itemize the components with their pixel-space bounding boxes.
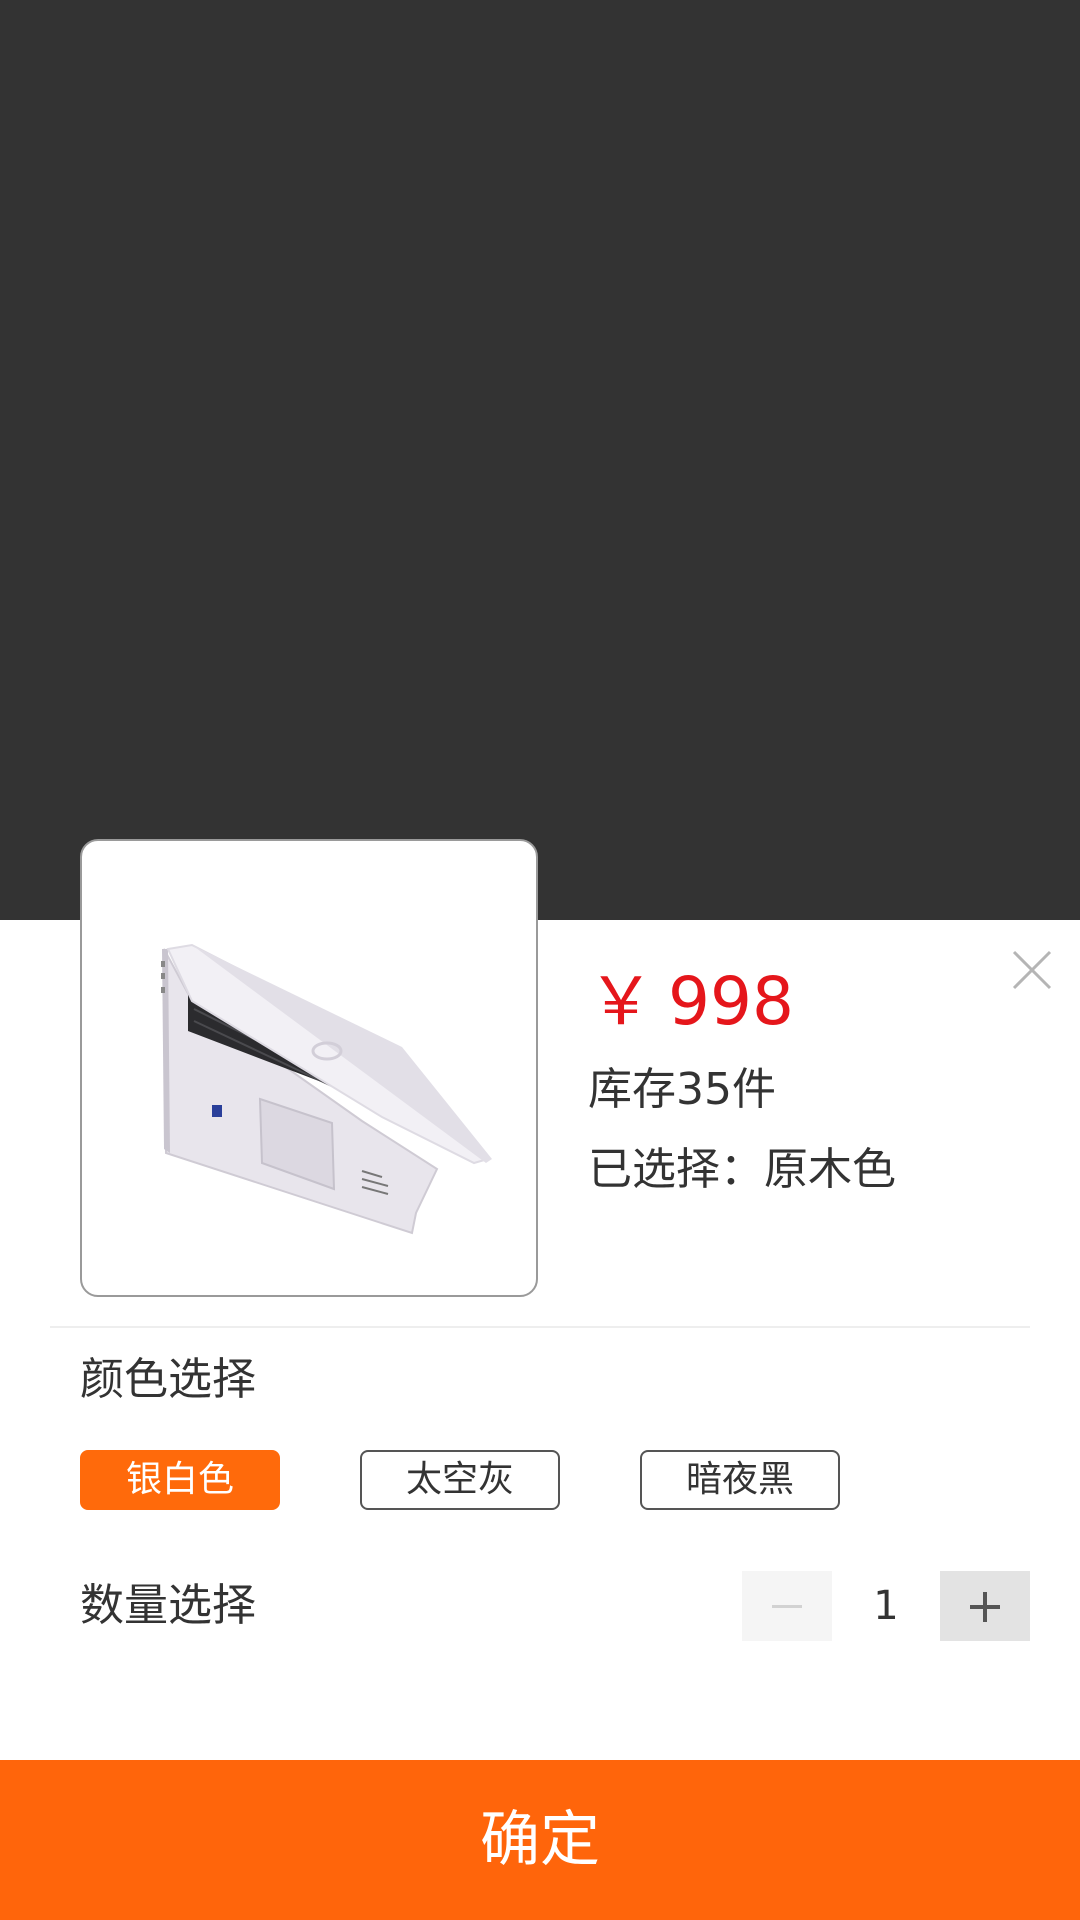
stock-text: 库存35件 (588, 1064, 776, 1115)
color-option-silver[interactable]: 银白色 (80, 1450, 280, 1510)
product-image (80, 839, 538, 1297)
laptop-image (161, 943, 492, 1235)
confirm-button[interactable]: 确定 (0, 1760, 1080, 1920)
dim-overlay[interactable] (0, 0, 1080, 920)
quantity-increase-button[interactable] (940, 1571, 1030, 1641)
price-value: 998 (668, 963, 794, 1040)
product-price: ￥ 998 (588, 962, 794, 1042)
divider (50, 1326, 1030, 1328)
color-option-space-gray[interactable]: 太空灰 (360, 1450, 560, 1510)
currency-symbol: ￥ (588, 963, 654, 1040)
selected-spec-text: 已选择：原木色 (588, 1144, 896, 1195)
color-option-black[interactable]: 暗夜黑 (640, 1450, 840, 1510)
close-icon (1012, 950, 1052, 990)
quantity-value[interactable]: 1 (832, 1578, 940, 1634)
close-button[interactable] (1010, 948, 1054, 992)
quantity-decrease-button[interactable] (742, 1571, 832, 1641)
quantity-section-title: 数量选择 (80, 1580, 256, 1631)
color-section-title: 颜色选择 (80, 1354, 256, 1405)
